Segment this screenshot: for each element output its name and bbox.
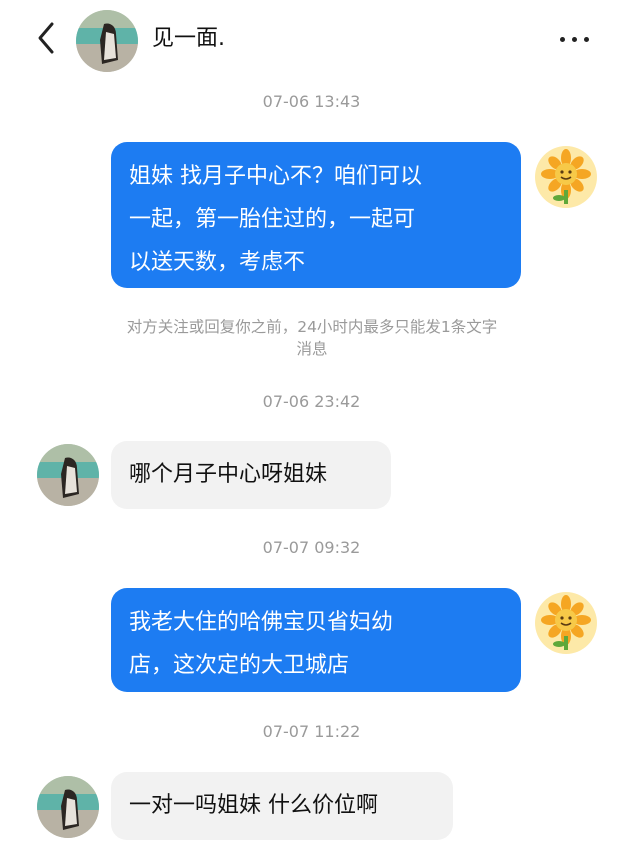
more-options-button[interactable] xyxy=(552,28,596,50)
message-text-line: 姐妹 找月子中心不？咱们可以 xyxy=(129,164,422,189)
timestamp: 07-07 09:32 xyxy=(262,538,361,557)
timestamp: 07-07 11:22 xyxy=(262,722,361,741)
more-horizontal-icon xyxy=(560,37,565,42)
message-text-line: 以送天数，考虑不 xyxy=(129,250,306,275)
contact-avatar[interactable] xyxy=(37,776,99,838)
notice-line: 消息 xyxy=(296,340,328,358)
timestamp: 07-06 23:42 xyxy=(262,392,361,411)
incoming-message-bubble[interactable]: 一对一吗姐妹 什么价位啊 xyxy=(111,772,453,840)
message-text-line: 店，这次定的大卫城店 xyxy=(129,653,350,678)
outgoing-message-bubble[interactable]: 姐妹 找月子中心不？咱们可以 一起，第一胎住过的，一起可 以送天数，考虑不 xyxy=(111,142,521,288)
outgoing-message-bubble[interactable]: 我老大住的哈佛宝贝省妇幼 店，这次定的大卫城店 xyxy=(111,588,521,692)
my-avatar[interactable] xyxy=(535,146,597,208)
chat-title: 见一面. xyxy=(152,26,225,51)
incoming-message-bubble[interactable]: 哪个月子中心呀姐妹 xyxy=(111,441,391,509)
message-text-line: 一起，第一胎住过的，一起可 xyxy=(129,207,416,232)
chat-header: 见一面. xyxy=(0,0,623,80)
message-text-line: 一对一吗姐妹 什么价位啊 xyxy=(129,793,378,818)
back-button[interactable] xyxy=(28,18,68,58)
sunflower-avatar-icon xyxy=(535,592,597,654)
my-avatar[interactable] xyxy=(535,592,597,654)
contact-avatar[interactable] xyxy=(37,444,99,506)
contact-avatar[interactable] xyxy=(76,10,138,72)
sunflower-avatar-icon xyxy=(535,146,597,208)
messaging-limit-notice: 对方关注或回复你之前，24小时内最多只能发1条文字 消息 xyxy=(62,316,562,360)
message-text-line: 哪个月子中心呀姐妹 xyxy=(129,462,328,487)
message-text-line: 我老大住的哈佛宝贝省妇幼 xyxy=(129,610,394,635)
timestamp: 07-06 13:43 xyxy=(262,92,361,111)
notice-line: 对方关注或回复你之前，24小时内最多只能发1条文字 xyxy=(126,318,498,336)
chevron-left-icon xyxy=(38,22,54,54)
